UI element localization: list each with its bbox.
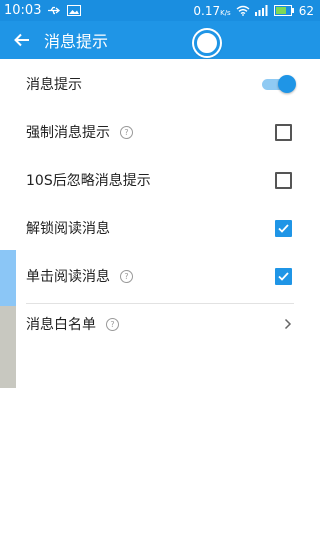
setting-label: 解锁阅读消息 bbox=[26, 221, 110, 237]
loading-indicator bbox=[194, 30, 220, 56]
single-click-read-checkbox[interactable] bbox=[275, 267, 292, 285]
setting-label: 10S后忽略消息提示 bbox=[26, 173, 151, 189]
settings-list: 消息提示 强制消息提示 ? 10S后忽略消息提示 解锁阅读消息 单击阅读消息 ? bbox=[0, 60, 320, 348]
checkmark-icon bbox=[278, 271, 289, 281]
unlock-read-checkbox[interactable] bbox=[275, 219, 292, 237]
setting-label: 单击阅读消息 bbox=[26, 269, 110, 285]
wifi-icon bbox=[236, 5, 250, 16]
network-speed: 0.17K/s bbox=[193, 3, 231, 18]
status-bar: 10:03 0.17K/s 62 bbox=[0, 0, 320, 21]
checkmark-icon bbox=[278, 223, 289, 233]
battery-level: 62 bbox=[298, 3, 314, 18]
usb-icon bbox=[48, 6, 61, 15]
setting-single-click-read[interactable]: 单击阅读消息 ? bbox=[0, 252, 320, 300]
setting-label: 消息白名单 bbox=[26, 317, 96, 333]
help-icon[interactable]: ? bbox=[120, 125, 133, 139]
toggle-thumb bbox=[278, 75, 296, 93]
image-icon bbox=[67, 5, 82, 16]
network-speed-unit: K/s bbox=[220, 8, 231, 17]
ignore-after-10s-checkbox[interactable] bbox=[275, 171, 292, 189]
setting-message-whitelist[interactable]: 消息白名单 ? bbox=[0, 300, 320, 348]
help-icon[interactable]: ? bbox=[106, 317, 119, 331]
page-title: 消息提示 bbox=[44, 32, 109, 51]
signal-icon bbox=[254, 5, 268, 16]
help-icon[interactable]: ? bbox=[120, 269, 133, 283]
message-alert-toggle[interactable] bbox=[262, 75, 296, 93]
setting-message-alert[interactable]: 消息提示 bbox=[0, 60, 320, 108]
chevron-right-icon bbox=[284, 318, 292, 330]
battery-icon bbox=[273, 5, 294, 16]
back-button[interactable] bbox=[0, 21, 44, 59]
setting-label: 消息提示 bbox=[26, 77, 82, 93]
app-bar: 消息提示 bbox=[0, 21, 320, 59]
section-divider bbox=[26, 303, 294, 304]
arrow-left-icon bbox=[14, 33, 29, 47]
setting-unlock-read[interactable]: 解锁阅读消息 bbox=[0, 204, 320, 252]
setting-forced-alert[interactable]: 强制消息提示 ? bbox=[0, 108, 320, 156]
forced-alert-checkbox[interactable] bbox=[275, 123, 292, 141]
status-time: 10:03 bbox=[4, 3, 42, 18]
setting-ignore-after-10s[interactable]: 10S后忽略消息提示 bbox=[0, 156, 320, 204]
setting-label: 强制消息提示 bbox=[26, 125, 110, 141]
